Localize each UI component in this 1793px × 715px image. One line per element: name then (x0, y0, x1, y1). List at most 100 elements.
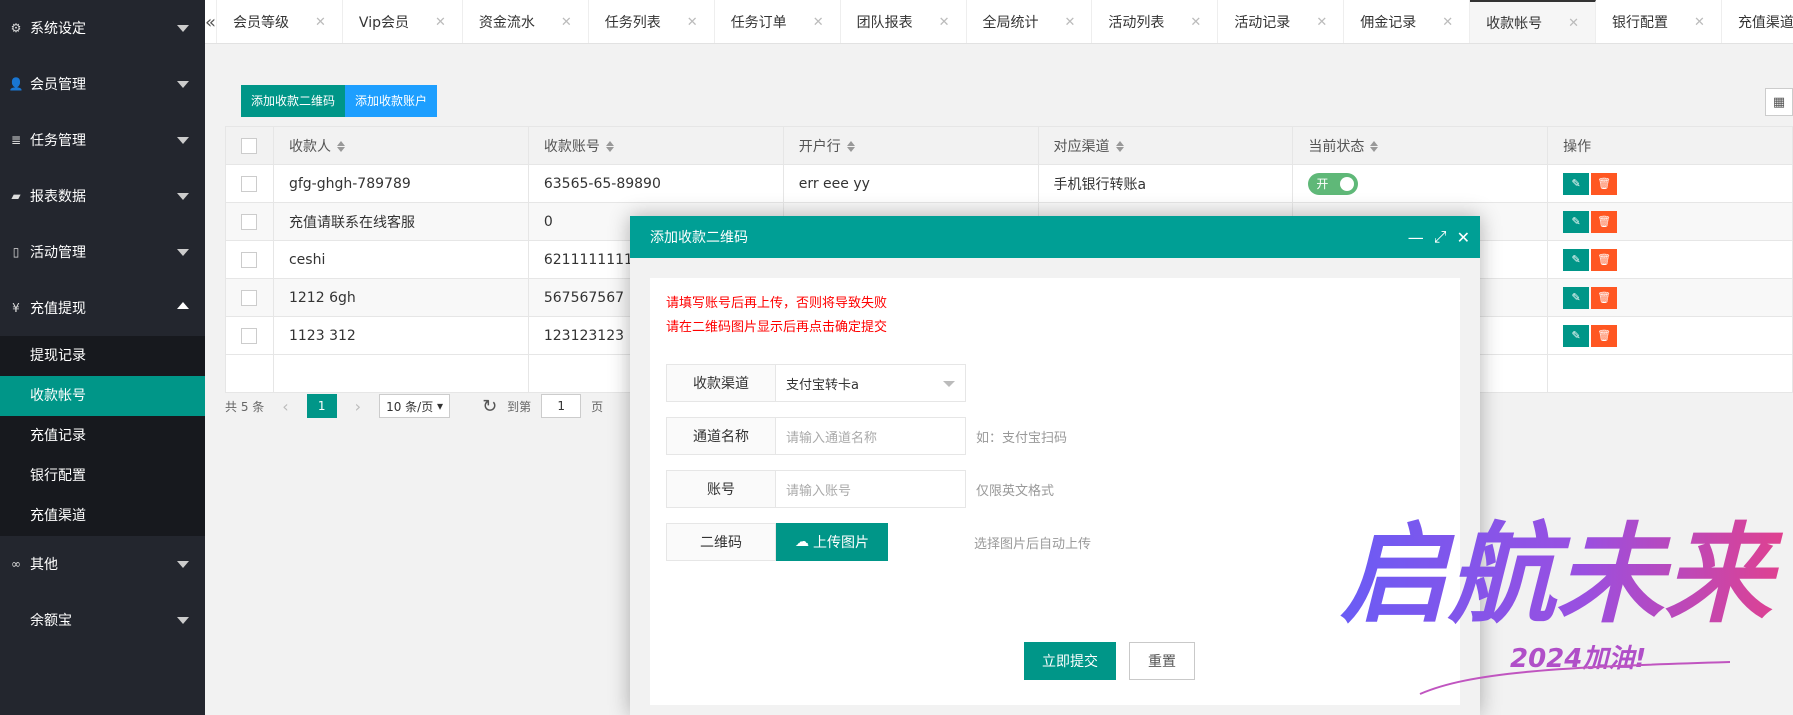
edit-icon[interactable]: ✎ (1563, 324, 1590, 347)
sidebar-item-3[interactable]: 银行配置 (0, 456, 205, 496)
upload-image-button[interactable]: ☁ 上传图片 (776, 523, 888, 561)
sidebar-group-b1[interactable]: 余额宝 (0, 592, 205, 648)
channel-name-input[interactable]: 请输入通道名称 (776, 417, 966, 455)
close-icon[interactable]: ✕ (1316, 15, 1327, 30)
close-icon[interactable]: ✕ (435, 15, 446, 30)
next-page-icon[interactable]: › (347, 397, 369, 416)
close-icon[interactable]: ✕ (687, 15, 698, 30)
columns-icon[interactable]: ▦ (1765, 88, 1793, 116)
sidebar-item-1[interactable]: 收款帐号 (0, 376, 205, 416)
sidebar-item-0[interactable]: 提现记录 (0, 336, 205, 376)
minimize-icon[interactable]: — (1408, 228, 1424, 247)
header-status[interactable]: 当前状态 (1292, 126, 1549, 165)
chevron-down-icon (177, 617, 189, 624)
tab-label: 活动列表 (1108, 15, 1165, 31)
row-checkbox[interactable] (241, 213, 257, 230)
reset-button[interactable]: 重置 (1129, 642, 1195, 680)
edit-icon[interactable]: ✎ (1563, 286, 1590, 309)
sidebar-group-t3[interactable]: ▰ 报表数据 (0, 168, 205, 224)
header-payee[interactable]: 收款人 (272, 126, 529, 165)
close-icon[interactable]: ✕ (1694, 15, 1705, 30)
account-input[interactable]: 请输入账号 (776, 470, 966, 508)
tab-9[interactable]: 佣金记录 ✕ (1344, 0, 1471, 43)
chevron-down-icon (177, 561, 189, 568)
notice: 请填写账号后再上传，否则将导致失败 请在二维码图片显示后再点击确定提交 (666, 292, 887, 340)
table-row[interactable]: gfg-ghgh-789789 63565-65-89890 err eee yy 手… (225, 164, 1793, 203)
tab-5[interactable]: 团队报表 ✕ (841, 0, 967, 43)
cloud-upload-icon: ☁ (795, 534, 809, 550)
document-icon: ≣ (10, 133, 22, 147)
add-qr-button[interactable]: 添加收款二维码 (241, 85, 346, 117)
tab-10[interactable]: 收款帐号 ✕ (1470, 0, 1597, 43)
sidebar-group-t4[interactable]: ▯ 活动管理 (0, 224, 205, 280)
edit-icon[interactable]: ✎ (1563, 172, 1590, 195)
sort-icon[interactable] (1370, 141, 1379, 152)
header-bank[interactable]: 开户行 (782, 126, 1039, 165)
modal-title: 添加收款二维码 (650, 230, 748, 246)
tab-label: Vip会员 (358, 15, 409, 31)
sidebar-group-t0[interactable]: ⚙ 系统设定 (0, 0, 205, 56)
sidebar-group-t2[interactable]: ≣ 任务管理 (0, 112, 205, 168)
refresh-icon[interactable]: ↻ (482, 396, 497, 417)
tab-scroll-left-icon[interactable]: « (205, 0, 218, 43)
close-icon[interactable]: ✕ (561, 15, 572, 30)
submit-button[interactable]: 立即提交 (1024, 642, 1116, 680)
sidebar-group-t1[interactable]: 👤 会员管理 (0, 56, 205, 112)
sidebar-group-recharge[interactable]: ¥ 充值提现 (0, 280, 205, 336)
add-account-button[interactable]: 添加收款账户 (345, 85, 438, 117)
close-icon[interactable]: ✕ (813, 15, 824, 30)
delete-icon[interactable]: 🗑 (1591, 286, 1618, 309)
sidebar-item-4[interactable]: 充值渠道 (0, 496, 205, 536)
close-icon[interactable]: ✕ (1568, 16, 1579, 31)
sidebar-item-2[interactable]: 充值记录 (0, 416, 205, 456)
header-account[interactable]: 收款账号 (527, 126, 784, 165)
tab-12[interactable]: 充值渠道✕ (1722, 0, 1793, 43)
page-1-button[interactable]: 1 (306, 394, 337, 418)
prev-page-icon[interactable]: ‹ (274, 397, 296, 416)
select-all-checkbox[interactable] (241, 137, 257, 154)
delete-icon[interactable]: 🗑 (1591, 324, 1618, 347)
row-checkbox[interactable] (241, 289, 257, 306)
tab-7[interactable]: 活动列表 ✕ (1092, 0, 1219, 43)
account-tip: 仅限英文格式 (976, 483, 1055, 499)
delete-icon[interactable]: 🗑 (1591, 172, 1618, 195)
edit-icon[interactable]: ✎ (1563, 248, 1590, 271)
tab-11[interactable]: 银行配置 ✕ (1596, 0, 1722, 43)
tab-2[interactable]: 资金流水 ✕ (463, 0, 589, 43)
row-checkbox[interactable] (241, 251, 257, 268)
tab-1[interactable]: Vip会员 ✕ (343, 0, 463, 43)
status-toggle[interactable]: 开 (1308, 172, 1359, 195)
modal-header: 添加收款二维码 — ⤢ ✕ (630, 216, 1480, 258)
tab-6[interactable]: 全局统计 ✕ (967, 0, 1093, 43)
close-icon[interactable]: ✕ (315, 15, 326, 30)
sort-icon[interactable] (1115, 141, 1124, 152)
goto-page-input[interactable]: 1 (541, 394, 582, 418)
close-icon[interactable]: ✕ (939, 15, 950, 30)
delete-icon[interactable]: 🗑 (1591, 248, 1618, 271)
page-size-select[interactable]: 10 条/页 ▾ (379, 394, 451, 418)
sort-icon[interactable] (336, 141, 345, 152)
tab-4[interactable]: 任务订单 ✕ (715, 0, 841, 43)
row-checkbox[interactable] (241, 327, 257, 344)
sort-icon[interactable] (605, 141, 614, 152)
row-checkbox[interactable] (241, 175, 257, 192)
close-icon[interactable]: ✕ (1065, 15, 1076, 30)
cell-actions: ✎ 🗑 (1547, 240, 1793, 279)
yen-icon: ¥ (12, 301, 20, 315)
delete-icon[interactable]: 🗑 (1591, 210, 1618, 233)
header-channel[interactable]: 对应渠道 (1037, 126, 1294, 165)
close-icon[interactable]: ✕ (1457, 228, 1470, 247)
sort-icon[interactable] (846, 141, 855, 152)
close-icon[interactable]: ✕ (1190, 15, 1201, 30)
cell-actions: ✎ 🗑 (1547, 278, 1793, 317)
tab-8[interactable]: 活动记录 ✕ (1218, 0, 1345, 43)
maximize-icon[interactable]: ⤢ (1434, 227, 1447, 247)
cell-bank: err eee yy (782, 164, 1039, 203)
close-icon[interactable]: ✕ (1442, 15, 1453, 30)
form-row-qr: 二维码 ☁ 上传图片 (666, 523, 888, 561)
sidebar-group-b0[interactable]: ∞ 其他 (0, 536, 205, 592)
channel-select[interactable]: 支付宝转卡a (776, 364, 966, 402)
edit-icon[interactable]: ✎ (1563, 210, 1590, 233)
tab-0[interactable]: 会员等级 ✕ (217, 0, 343, 43)
tab-3[interactable]: 任务列表 ✕ (589, 0, 715, 43)
